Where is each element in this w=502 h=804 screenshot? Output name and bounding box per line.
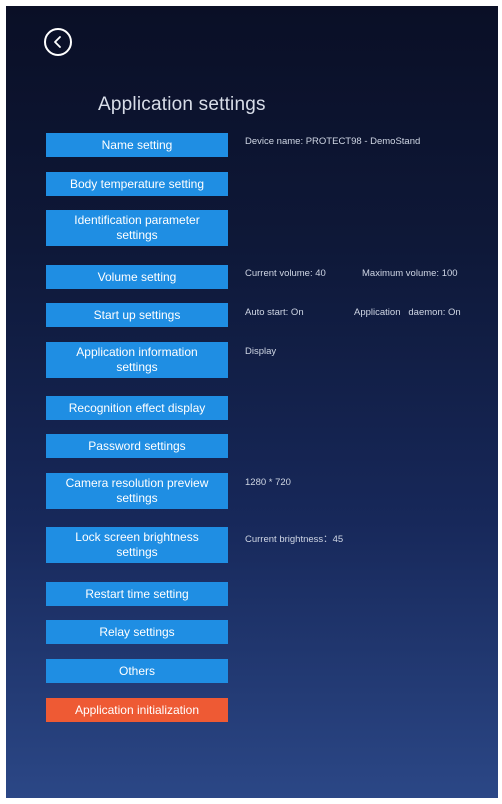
application-initialization-button[interactable]: Application initialization: [46, 698, 228, 722]
auto-start-text: Auto start: On: [245, 307, 304, 318]
current-brightness-text: Current brightness：45: [245, 534, 344, 545]
password-settings-button[interactable]: Password settings: [46, 434, 228, 458]
lock-screen-brightness-settings-button[interactable]: Lock screen brightness settings: [46, 527, 228, 563]
back-button[interactable]: [44, 28, 72, 56]
application-information-settings-button[interactable]: Application information settings: [46, 342, 228, 378]
current-volume-text: Current volume: 40: [245, 268, 326, 279]
app-info-display-text: Display: [245, 346, 277, 357]
name-setting-button[interactable]: Name setting: [46, 133, 228, 157]
page-title: Application settings: [98, 94, 266, 115]
body-temperature-setting-button[interactable]: Body temperature setting: [46, 172, 228, 196]
camera-resolution-preview-settings-button[interactable]: Camera resolution preview settings: [46, 473, 228, 509]
volume-setting-button[interactable]: Volume setting: [46, 265, 228, 289]
relay-settings-button[interactable]: Relay settings: [46, 620, 228, 644]
maximum-volume-text: Maximum volume: 100: [362, 268, 458, 279]
recognition-effect-display-button[interactable]: Recognition effect display: [46, 396, 228, 420]
application-daemon-text: Application daemon: On: [354, 307, 461, 318]
others-button[interactable]: Others: [46, 659, 228, 683]
device-name-text: Device name: PROTECT98 - DemoStand: [245, 136, 421, 147]
chevron-left-icon: [54, 36, 61, 48]
camera-resolution-text: 1280 * 720: [245, 477, 291, 488]
start-up-settings-button[interactable]: Start up settings: [46, 303, 228, 327]
identification-parameter-settings-button[interactable]: Identification parameter settings: [46, 210, 228, 246]
settings-screen: Application settings Name setting Device…: [6, 6, 498, 798]
restart-time-setting-button[interactable]: Restart time setting: [46, 582, 228, 606]
